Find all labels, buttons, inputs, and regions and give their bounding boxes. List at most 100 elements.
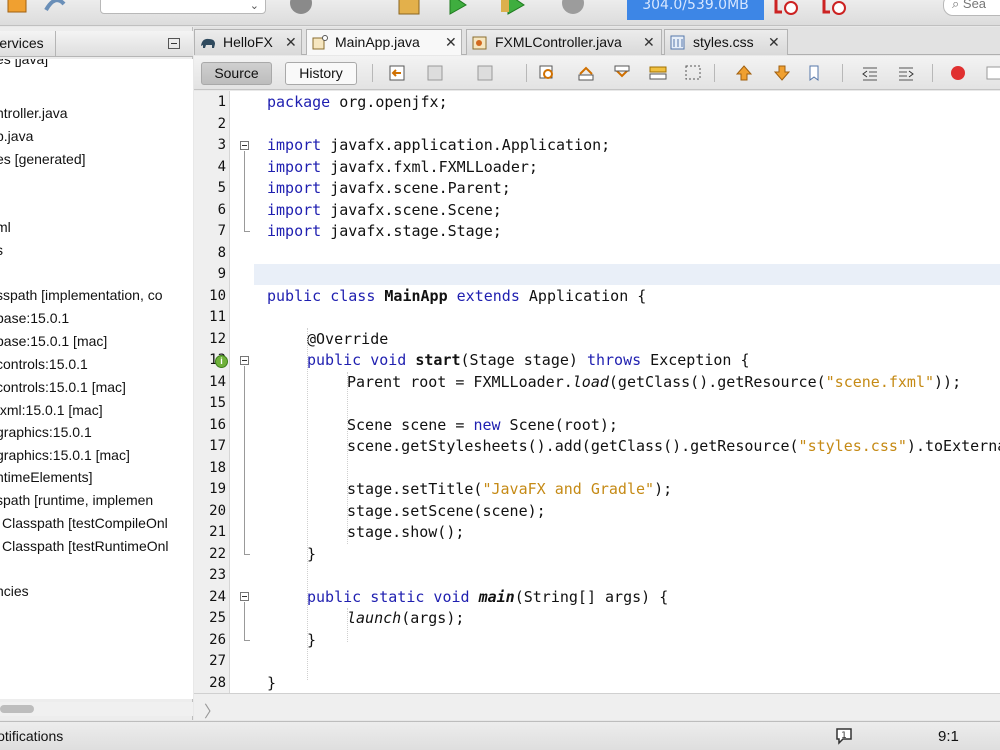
notifications-label[interactable]: Notifications [0, 728, 63, 744]
find-selection-icon[interactable] [538, 64, 558, 82]
tab-services[interactable]: Services [0, 31, 56, 57]
code-line[interactable]: public void start(Stage stage) throws Ex… [307, 350, 750, 372]
tree-node[interactable]: graphics:15.0.1 [mac] [0, 446, 130, 464]
tree-node[interactable]: base:15.0.1 [mac] [0, 332, 107, 350]
close-icon[interactable]: ✕ [285, 30, 297, 54]
code-line[interactable]: public class MainApp extends Application… [267, 286, 646, 308]
close-icon[interactable]: ✕ [643, 30, 655, 54]
tree-node[interactable]: ml [0, 218, 11, 236]
back-icon[interactable] [426, 64, 446, 82]
save-all-icon[interactable] [42, 0, 68, 16]
tree-node[interactable]: controls:15.0.1 [mac] [0, 378, 126, 396]
tree-node[interactable]: es [java] [0, 59, 48, 68]
search-input[interactable]: ⌕ Sea [943, 0, 1000, 16]
code-editor[interactable]: 1234567891011121314151617181920212223242… [194, 91, 1000, 693]
shift-right-icon[interactable] [896, 64, 916, 82]
run-icon[interactable] [444, 0, 470, 16]
tab-hellofx[interactable]: HelloFX ✕ [194, 29, 302, 55]
tree-node[interactable]: base:15.0.1 [0, 309, 69, 327]
java-file-icon [312, 35, 328, 50]
close-icon[interactable]: ✕ [768, 30, 780, 54]
code-line[interactable]: } [267, 673, 276, 694]
code-line[interactable]: stage.show(); [347, 522, 464, 544]
history-button[interactable]: History [285, 62, 357, 85]
tree-node[interactable]: fxml:15.0.1 [mac] [0, 401, 103, 419]
record-macro-icon[interactable] [948, 64, 968, 82]
toggle-bookmark-icon[interactable] [806, 64, 826, 82]
override-annotation-icon[interactable]: i [215, 355, 228, 368]
memory-indicator[interactable]: 304.0/539.0MB [627, 0, 764, 20]
code-line[interactable]: Scene scene = new Scene(root); [347, 415, 618, 437]
web-browser-icon[interactable] [288, 0, 314, 16]
tree-node[interactable]: es [generated] [0, 150, 86, 168]
code-line[interactable]: Parent root = FXMLLoader.load(getClass()… [347, 372, 961, 394]
horizontal-scrollbar[interactable] [0, 702, 193, 716]
source-button[interactable]: Source [201, 62, 272, 85]
code-line[interactable]: package org.openjfx; [267, 92, 448, 114]
tree-node[interactable]: Classpath [testRuntimeOnl [2, 537, 169, 555]
fold-toggle-icon[interactable] [240, 592, 249, 601]
minimize-icon[interactable] [168, 38, 180, 49]
snapshot-icon[interactable] [820, 0, 846, 16]
code-token: (String[] args) { [514, 587, 669, 606]
open-project-icon[interactable] [6, 0, 32, 16]
code-line[interactable]: import javafx.fxml.FXMLLoader; [267, 157, 538, 179]
line-number: 24 [209, 588, 226, 605]
code-line[interactable]: } [307, 630, 316, 652]
toggle-highlight-icon[interactable] [648, 64, 668, 82]
tree-node[interactable]: ntroller.java [0, 104, 68, 122]
tab-styles-css[interactable]: styles.css ✕ [664, 29, 788, 55]
toggle-rect-select-icon[interactable] [684, 64, 704, 82]
tree-node[interactable]: ncies [0, 582, 29, 600]
code-line[interactable]: import javafx.stage.Stage; [267, 221, 502, 243]
next-bookmark-icon[interactable] [772, 64, 792, 82]
services-panel: Services es [java] ntroller.java p.java es … [0, 27, 193, 720]
tree-node[interactable]: s [0, 241, 3, 259]
status-bar: Notifications 1 9:1 [0, 721, 1000, 750]
debug-icon[interactable] [500, 0, 526, 16]
prev-bookmark-icon[interactable] [734, 64, 754, 82]
configuration-combo[interactable]: ⌄ [100, 0, 266, 14]
code-line[interactable]: @Override [307, 329, 388, 351]
code-line[interactable]: public static void main(String[] args) { [307, 587, 668, 609]
tree-node[interactable]: Classpath [testCompileOnl [2, 514, 168, 532]
line-number: 23 [209, 567, 226, 583]
tree-node[interactable]: ntimeElements] [0, 468, 92, 486]
code-line[interactable]: import javafx.scene.Parent; [267, 178, 511, 200]
svg-text:1: 1 [841, 731, 847, 741]
tree-node[interactable]: graphics:15.0.1 [0, 423, 92, 441]
find-next-icon[interactable] [612, 64, 632, 82]
last-edit-icon[interactable] [388, 64, 408, 82]
build-icon[interactable] [396, 0, 422, 16]
tree-node[interactable]: controls:15.0.1 [0, 355, 88, 373]
notifications-icon[interactable]: 1 [834, 726, 854, 745]
code-line[interactable]: import javafx.application.Application; [267, 135, 610, 157]
fold-toggle-icon[interactable] [240, 356, 249, 365]
scrollbar-thumb[interactable] [0, 705, 34, 713]
profile-icon[interactable] [560, 0, 586, 16]
tab-fxmlcontroller-java[interactable]: FXMLController.java ✕ [466, 29, 662, 55]
close-icon[interactable]: ✕ [445, 30, 457, 54]
line-number: 21 [209, 524, 226, 540]
code-line[interactable]: import javafx.scene.Scene; [267, 200, 502, 222]
find-previous-icon[interactable] [576, 64, 596, 82]
fold-toggle-icon[interactable] [240, 141, 249, 150]
css-file-icon [670, 35, 685, 50]
tab-mainapp-java[interactable]: MainApp.java ✕ [306, 29, 462, 55]
forward-icon[interactable] [476, 64, 496, 82]
chevron-right-icon[interactable]: 〉 [204, 698, 220, 722]
code-line[interactable]: stage.setScene(scene); [347, 501, 546, 523]
tree-node[interactable]: spath [runtime, implemen [0, 491, 153, 509]
tree-node[interactable]: sspath [implementation, co [0, 286, 163, 304]
shift-left-icon[interactable] [860, 64, 880, 82]
search-icon: ⌕ [952, 0, 963, 11]
stop-macro-icon[interactable] [984, 64, 1000, 82]
gc-icon[interactable] [772, 0, 798, 16]
gradle-elephant-icon [201, 38, 215, 48]
tree-node[interactable]: p.java [0, 127, 33, 145]
code-line[interactable]: stage.setTitle("JavaFX and Gradle"); [347, 479, 672, 501]
code-line[interactable]: } [307, 544, 316, 566]
code-token: ).toExternalForm()); [906, 437, 1000, 455]
code-line[interactable]: launch(args); [347, 608, 464, 630]
code-line[interactable]: scene.getStylesheets().add(getClass().ge… [347, 436, 1000, 458]
